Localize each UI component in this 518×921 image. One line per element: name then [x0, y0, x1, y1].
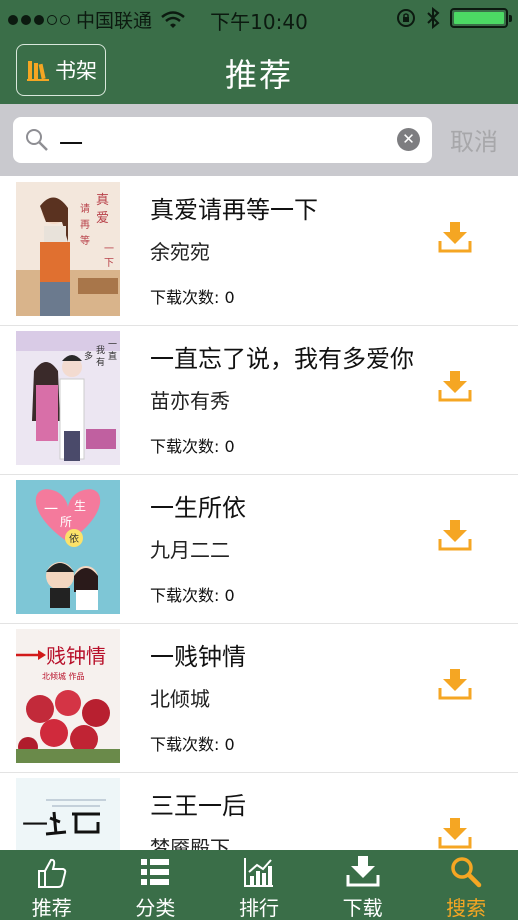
download-icon[interactable] — [438, 520, 472, 552]
book-cover-image: 一 — [16, 778, 120, 850]
search-input[interactable]: 一 ✕ — [13, 117, 432, 163]
book-cover-image: 一 直 我 有 多 — [16, 331, 120, 465]
search-icon — [451, 857, 482, 888]
search-query-text: 一 — [59, 130, 83, 158]
book-cover-image: 一 生 所 依 — [16, 480, 120, 614]
status-bar: 中国联通 下午10:40 — [0, 0, 518, 36]
chart-icon — [243, 858, 273, 887]
nav-bar: 书架 推荐 — [0, 36, 518, 104]
download-count: 下载次数: 0 — [150, 437, 235, 456]
svg-text:一: 一 — [22, 811, 48, 841]
status-right — [396, 7, 512, 29]
book-title: 一直忘了说，我有多爱你 — [150, 345, 414, 373]
download-count: 下载次数: 0 — [150, 735, 235, 754]
list-item[interactable]: 一 生 所 依 一生所依 九月二二 下载次数: 0 — [0, 474, 518, 624]
tab-recommend[interactable]: 推荐 — [0, 850, 104, 920]
battery-icon — [450, 8, 512, 28]
download-icon[interactable] — [438, 818, 472, 850]
tab-label: 搜索 — [446, 896, 487, 920]
download-count: 下载次数: 0 — [150, 288, 235, 307]
svg-text:我: 我 — [96, 345, 105, 356]
svg-text:一: 一 — [104, 244, 114, 255]
tab-search[interactable]: 搜索 — [414, 850, 518, 920]
book-title: 三王一后 — [150, 792, 246, 820]
book-author: 梦魇殿下 — [150, 836, 230, 850]
svg-text:多: 多 — [84, 350, 93, 362]
list-item[interactable]: 一 三王一后 梦魇殿下 — [0, 772, 518, 850]
svg-text:直: 直 — [108, 350, 117, 362]
tab-ranking[interactable]: 排行 — [207, 850, 311, 920]
book-author: 北倾城 — [150, 687, 210, 711]
list-icon — [141, 859, 170, 885]
book-cover-image: 真 爱 请 再 等 一 下 — [16, 182, 120, 316]
download-count: 下载次数: 0 — [150, 586, 235, 605]
svg-text:有: 有 — [96, 356, 105, 368]
svg-text:生: 生 — [74, 499, 86, 513]
tab-label: 推荐 — [31, 896, 72, 920]
list-item[interactable]: 贱钟情 北倾城 作品 一贱钟情 北倾城 下载次数: 0 — [0, 623, 518, 773]
rotation-lock-icon — [397, 9, 415, 27]
book-author: 余宛宛 — [150, 240, 210, 264]
tab-download[interactable]: 下载 — [311, 850, 415, 920]
book-title: 一贱钟情 — [150, 643, 246, 671]
tab-bar: 推荐 分类 排行 下载 搜索 — [0, 850, 518, 920]
svg-text:真: 真 — [96, 193, 109, 208]
tab-category[interactable]: 分类 — [104, 850, 208, 920]
download-icon[interactable] — [438, 669, 472, 701]
tab-label: 下载 — [342, 896, 383, 920]
svg-text:一: 一 — [108, 340, 117, 350]
search-icon — [26, 129, 48, 151]
bluetooth-icon — [427, 7, 440, 29]
svg-text:爱: 爱 — [96, 211, 109, 226]
svg-text:北倾城 作品: 北倾城 作品 — [42, 671, 85, 681]
svg-text:再: 再 — [80, 219, 90, 231]
svg-text:依: 依 — [69, 532, 79, 545]
list-item[interactable]: 真 爱 请 再 等 一 下 真爱请再等一下 余宛宛 下载次数: 0 — [0, 176, 518, 326]
book-cover-image: 贱钟情 北倾城 作品 — [16, 629, 120, 763]
svg-text:一: 一 — [44, 502, 58, 518]
tab-label: 排行 — [238, 896, 279, 920]
svg-text:贱钟情: 贱钟情 — [46, 644, 106, 668]
page-title: 推荐 — [224, 56, 293, 94]
book-author: 九月二二 — [150, 538, 230, 562]
book-author: 苗亦有秀 — [150, 389, 230, 413]
clear-icon[interactable]: ✕ — [397, 128, 420, 151]
thumbs-up-icon — [37, 858, 67, 888]
book-title: 真爱请再等一下 — [150, 196, 318, 224]
search-bar: 一 ✕ 取消 — [0, 104, 518, 176]
cancel-button[interactable]: 取消 — [450, 122, 498, 157]
list-item[interactable]: 一 直 我 有 多 一直忘了说，我有多爱你 苗亦有秀 下载次数: 0 — [0, 325, 518, 475]
book-title: 一生所依 — [150, 494, 246, 522]
svg-text:等: 等 — [80, 234, 90, 247]
svg-text:请: 请 — [80, 202, 90, 215]
download-icon — [346, 856, 380, 887]
search-results-list: 真 爱 请 再 等 一 下 真爱请再等一下 余宛宛 下载次数: 0 一 直 我 … — [0, 176, 518, 850]
download-icon[interactable] — [438, 222, 472, 254]
tab-label: 分类 — [135, 896, 176, 920]
download-icon[interactable] — [438, 371, 472, 403]
svg-text:下: 下 — [104, 258, 114, 269]
svg-text:所: 所 — [60, 515, 72, 529]
